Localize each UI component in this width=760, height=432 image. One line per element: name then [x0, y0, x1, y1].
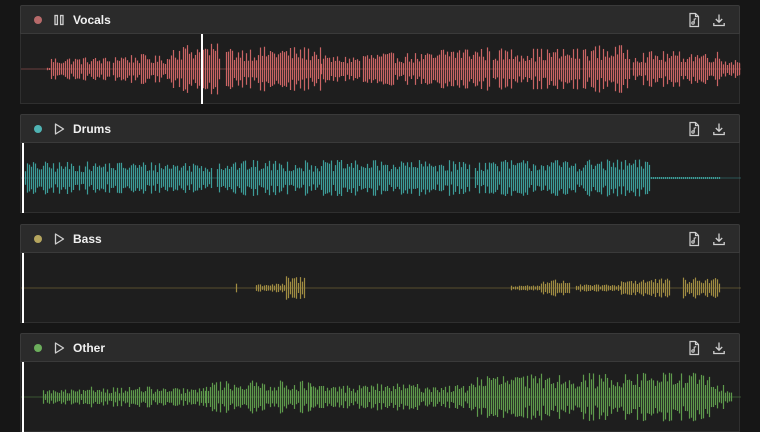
download-icon: [713, 123, 725, 136]
download-button[interactable]: [711, 231, 727, 247]
play-button[interactable]: [51, 121, 67, 137]
play-icon: [54, 123, 65, 135]
stem-file-button[interactable]: [686, 12, 702, 28]
waveform[interactable]: [21, 143, 741, 213]
audio-file-icon: [689, 231, 700, 247]
stem-file-button[interactable]: [686, 121, 702, 137]
track-header: Drums: [20, 114, 740, 143]
track-color-dot: [34, 235, 42, 243]
play-icon: [54, 233, 65, 245]
track-name: Vocals: [73, 13, 111, 27]
play-icon: [54, 342, 65, 354]
waveform-area[interactable]: [20, 34, 741, 104]
download-icon: [713, 14, 725, 27]
waveform[interactable]: [21, 362, 741, 432]
waveform[interactable]: [21, 253, 741, 323]
audio-file-icon: [689, 121, 700, 137]
audio-file-icon: [689, 340, 700, 356]
download-button[interactable]: [711, 340, 727, 356]
track-header: Other: [20, 333, 740, 362]
pause-button[interactable]: [51, 12, 67, 28]
waveform[interactable]: [21, 34, 741, 104]
stem-file-button[interactable]: [686, 231, 702, 247]
waveform-area[interactable]: [20, 143, 741, 213]
track-header: Bass: [20, 224, 740, 253]
download-icon: [713, 233, 725, 246]
track-color-dot: [34, 125, 42, 133]
track-color-dot: [34, 16, 42, 24]
track-header: Vocals: [20, 5, 740, 34]
waveform-area[interactable]: [20, 362, 741, 432]
download-button[interactable]: [711, 121, 727, 137]
stem-file-button[interactable]: [686, 340, 702, 356]
track-name: Bass: [73, 232, 102, 246]
stem-tracks-panel: Vocals Drums Bass Other: [0, 0, 760, 432]
play-button[interactable]: [51, 231, 67, 247]
audio-file-icon: [689, 12, 700, 28]
track-name: Drums: [73, 122, 112, 136]
download-button[interactable]: [711, 12, 727, 28]
pause-icon: [54, 14, 64, 26]
track-color-dot: [34, 344, 42, 352]
play-button[interactable]: [51, 340, 67, 356]
download-icon: [713, 342, 725, 355]
track-name: Other: [73, 341, 106, 355]
waveform-area[interactable]: [20, 253, 741, 323]
